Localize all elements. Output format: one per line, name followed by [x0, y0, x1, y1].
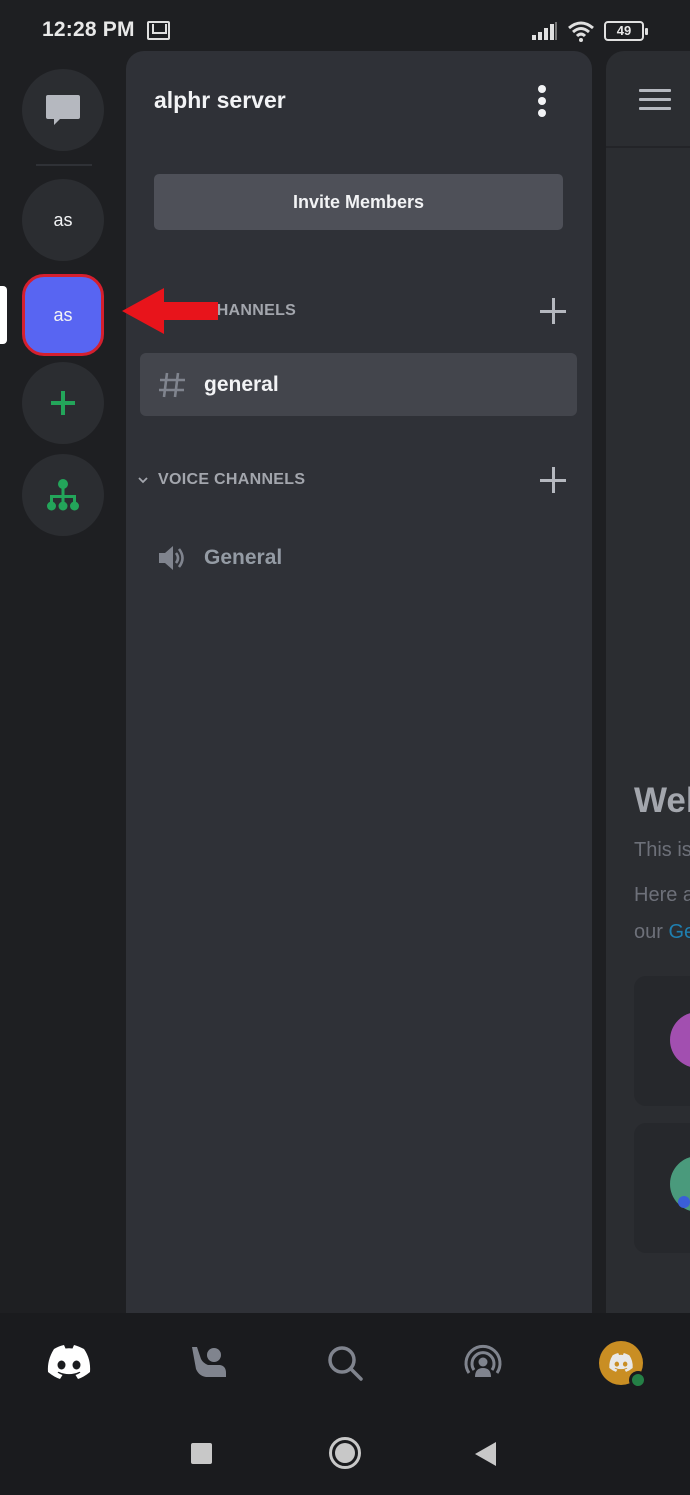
- hashtag-icon: [154, 367, 190, 403]
- channel-voice-general[interactable]: General: [140, 526, 577, 589]
- invite-members-button[interactable]: Invite Members: [154, 174, 563, 230]
- discord-logo-icon: [47, 1345, 91, 1379]
- discord-mobile-screen: 12:28 PM 49 as as alphr server Invite Me…: [0, 0, 690, 1495]
- search-icon: [328, 1346, 363, 1381]
- status-time: 12:28 PM: [42, 18, 135, 41]
- category-voice-channels[interactable]: VOICE CHANNELS: [136, 465, 576, 495]
- chat-bubble-icon: [46, 95, 80, 125]
- nav-mentions[interactable]: [459, 1339, 507, 1387]
- bottom-navigation: [0, 1313, 690, 1413]
- friends-wave-icon: [192, 1347, 226, 1377]
- selected-server-indicator: [0, 286, 7, 344]
- system-navigation-bar: [0, 1413, 690, 1495]
- server-name[interactable]: alphr server: [154, 87, 286, 114]
- welcome-text: This is: [634, 839, 690, 861]
- nav-friends[interactable]: [184, 1339, 232, 1387]
- server-rail: as as: [0, 50, 126, 1312]
- cellular-signal-icon: [532, 22, 557, 40]
- getting-started-link[interactable]: Getting: [668, 921, 690, 943]
- server-initials: as: [53, 209, 73, 230]
- gmail-icon: [147, 21, 170, 40]
- personalize-server-icon: [670, 1157, 690, 1211]
- welcome-text-prefix: our: [634, 921, 669, 943]
- welcome-title: Welcome to: [634, 781, 690, 820]
- discord-logo-icon: [609, 1353, 633, 1372]
- kebab-menu-icon[interactable]: [534, 85, 550, 117]
- direct-messages-button[interactable]: [22, 69, 104, 151]
- category-label: VOICE CHANNELS: [158, 471, 306, 488]
- avatar: [599, 1341, 647, 1389]
- channels-panel: alphr server Invite Members TEXT CHANNEL…: [126, 51, 592, 1313]
- welcome-text: Here are: [634, 884, 690, 906]
- hamburger-icon[interactable]: [639, 89, 671, 111]
- welcome-card-invite[interactable]: [634, 976, 690, 1106]
- channel-label: general: [204, 372, 279, 396]
- add-voice-channel-icon[interactable]: [540, 467, 566, 493]
- broadcast-user-icon: [464, 1344, 502, 1377]
- annotation-arrow-icon: [122, 288, 218, 334]
- nav-search[interactable]: [321, 1339, 369, 1387]
- plus-icon: [51, 391, 75, 415]
- add-server-button[interactable]: [22, 362, 104, 444]
- battery-indicator: 49: [604, 21, 648, 41]
- server-button-as[interactable]: as: [22, 179, 104, 261]
- wifi-icon: [568, 21, 594, 42]
- add-text-channel-icon[interactable]: [540, 298, 566, 324]
- hierarchy-icon: [47, 479, 79, 511]
- nav-profile[interactable]: [597, 1339, 647, 1389]
- welcome-text: our Getting: [634, 921, 690, 944]
- chat-panel: Welcome to This is Here are our Getting: [606, 51, 690, 1313]
- recents-icon[interactable]: [191, 1443, 212, 1464]
- invite-friends-icon: [670, 1013, 690, 1067]
- server-button-as-selected[interactable]: as: [22, 274, 104, 356]
- nav-home[interactable]: [45, 1339, 93, 1387]
- chevron-down-icon: [138, 477, 148, 484]
- home-icon[interactable]: [329, 1437, 361, 1469]
- back-icon[interactable]: [475, 1442, 497, 1466]
- channel-general[interactable]: general: [140, 353, 577, 416]
- rail-separator: [36, 164, 92, 166]
- welcome-card-personalize[interactable]: [634, 1123, 690, 1253]
- explore-servers-button[interactable]: [22, 454, 104, 536]
- speaker-icon: [154, 540, 190, 576]
- online-status-dot: [629, 1371, 647, 1389]
- channel-label: General: [204, 545, 283, 569]
- chat-header: [606, 51, 690, 148]
- server-initials: as: [53, 304, 73, 325]
